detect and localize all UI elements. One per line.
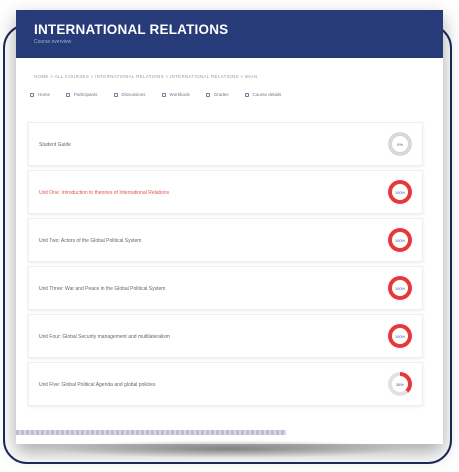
breadcrumb[interactable]: HOME > ALL COURSES > INTERNATIONAL RELAT… <box>34 74 257 79</box>
page-shadow <box>48 440 408 458</box>
page-subtitle: Course overview <box>34 39 72 45</box>
course-header: INTERNATIONAL RELATIONS Course overview <box>16 10 443 58</box>
list-item[interactable]: Unit Five: Global Political Agenda and g… <box>28 362 423 406</box>
list-item[interactable]: Unit One: Introduction to theories of In… <box>28 170 423 214</box>
unit-list: Student Guide 0% Unit One: Introduction … <box>28 122 423 410</box>
users-icon <box>66 92 71 97</box>
progress-ring: 38% <box>388 372 412 396</box>
tab-label: Discussions <box>121 92 146 97</box>
tab-label: Participants <box>74 92 98 97</box>
grades-icon <box>205 92 210 97</box>
tab-label: Course details <box>252 92 282 97</box>
tab-grades[interactable]: Grades <box>205 92 229 97</box>
unit-label: Unit Three: War and Peace in the Global … <box>39 286 166 292</box>
list-item[interactable]: Student Guide 0% <box>28 122 423 166</box>
chat-icon <box>113 92 118 97</box>
unit-label: Unit Two: Actors of the Global Political… <box>39 238 142 244</box>
info-icon <box>244 92 249 97</box>
list-item[interactable]: Unit Two: Actors of the Global Political… <box>28 218 423 262</box>
tab-label: Grades <box>213 92 229 97</box>
unit-label: Unit One: Introduction to theories of In… <box>39 190 170 196</box>
progress-ring: 100% <box>388 324 412 348</box>
unit-label: Unit Five: Global Political Agenda and g… <box>39 382 156 388</box>
list-item[interactable]: Unit Four: Global Security management an… <box>28 314 423 358</box>
course-tabs: Home Participants Discussions Workbook G… <box>30 92 297 97</box>
progress-ring: 100% <box>388 276 412 300</box>
unit-label: Unit Four: Global Security management an… <box>39 334 170 340</box>
tab-course-details[interactable]: Course details <box>244 92 282 97</box>
unit-label: Student Guide <box>39 142 71 148</box>
list-item[interactable]: Unit Three: War and Peace in the Global … <box>28 266 423 310</box>
tab-discussions[interactable]: Discussions <box>113 92 146 97</box>
progress-ring: 100% <box>388 228 412 252</box>
tab-label: Workbook <box>169 92 190 97</box>
home-icon <box>30 92 34 97</box>
tab-participants[interactable]: Participants <box>66 92 98 97</box>
horizontal-scrollbar[interactable] <box>16 430 286 435</box>
tab-home[interactable]: Home <box>30 92 50 97</box>
progress-ring: 0% <box>388 132 412 156</box>
book-icon <box>161 92 166 97</box>
page-title: INTERNATIONAL RELATIONS <box>34 22 229 37</box>
progress-ring: 100% <box>388 180 412 204</box>
tab-label: Home <box>38 92 51 97</box>
course-page: INTERNATIONAL RELATIONS Course overview … <box>16 10 443 444</box>
tab-workbook[interactable]: Workbook <box>161 92 190 97</box>
